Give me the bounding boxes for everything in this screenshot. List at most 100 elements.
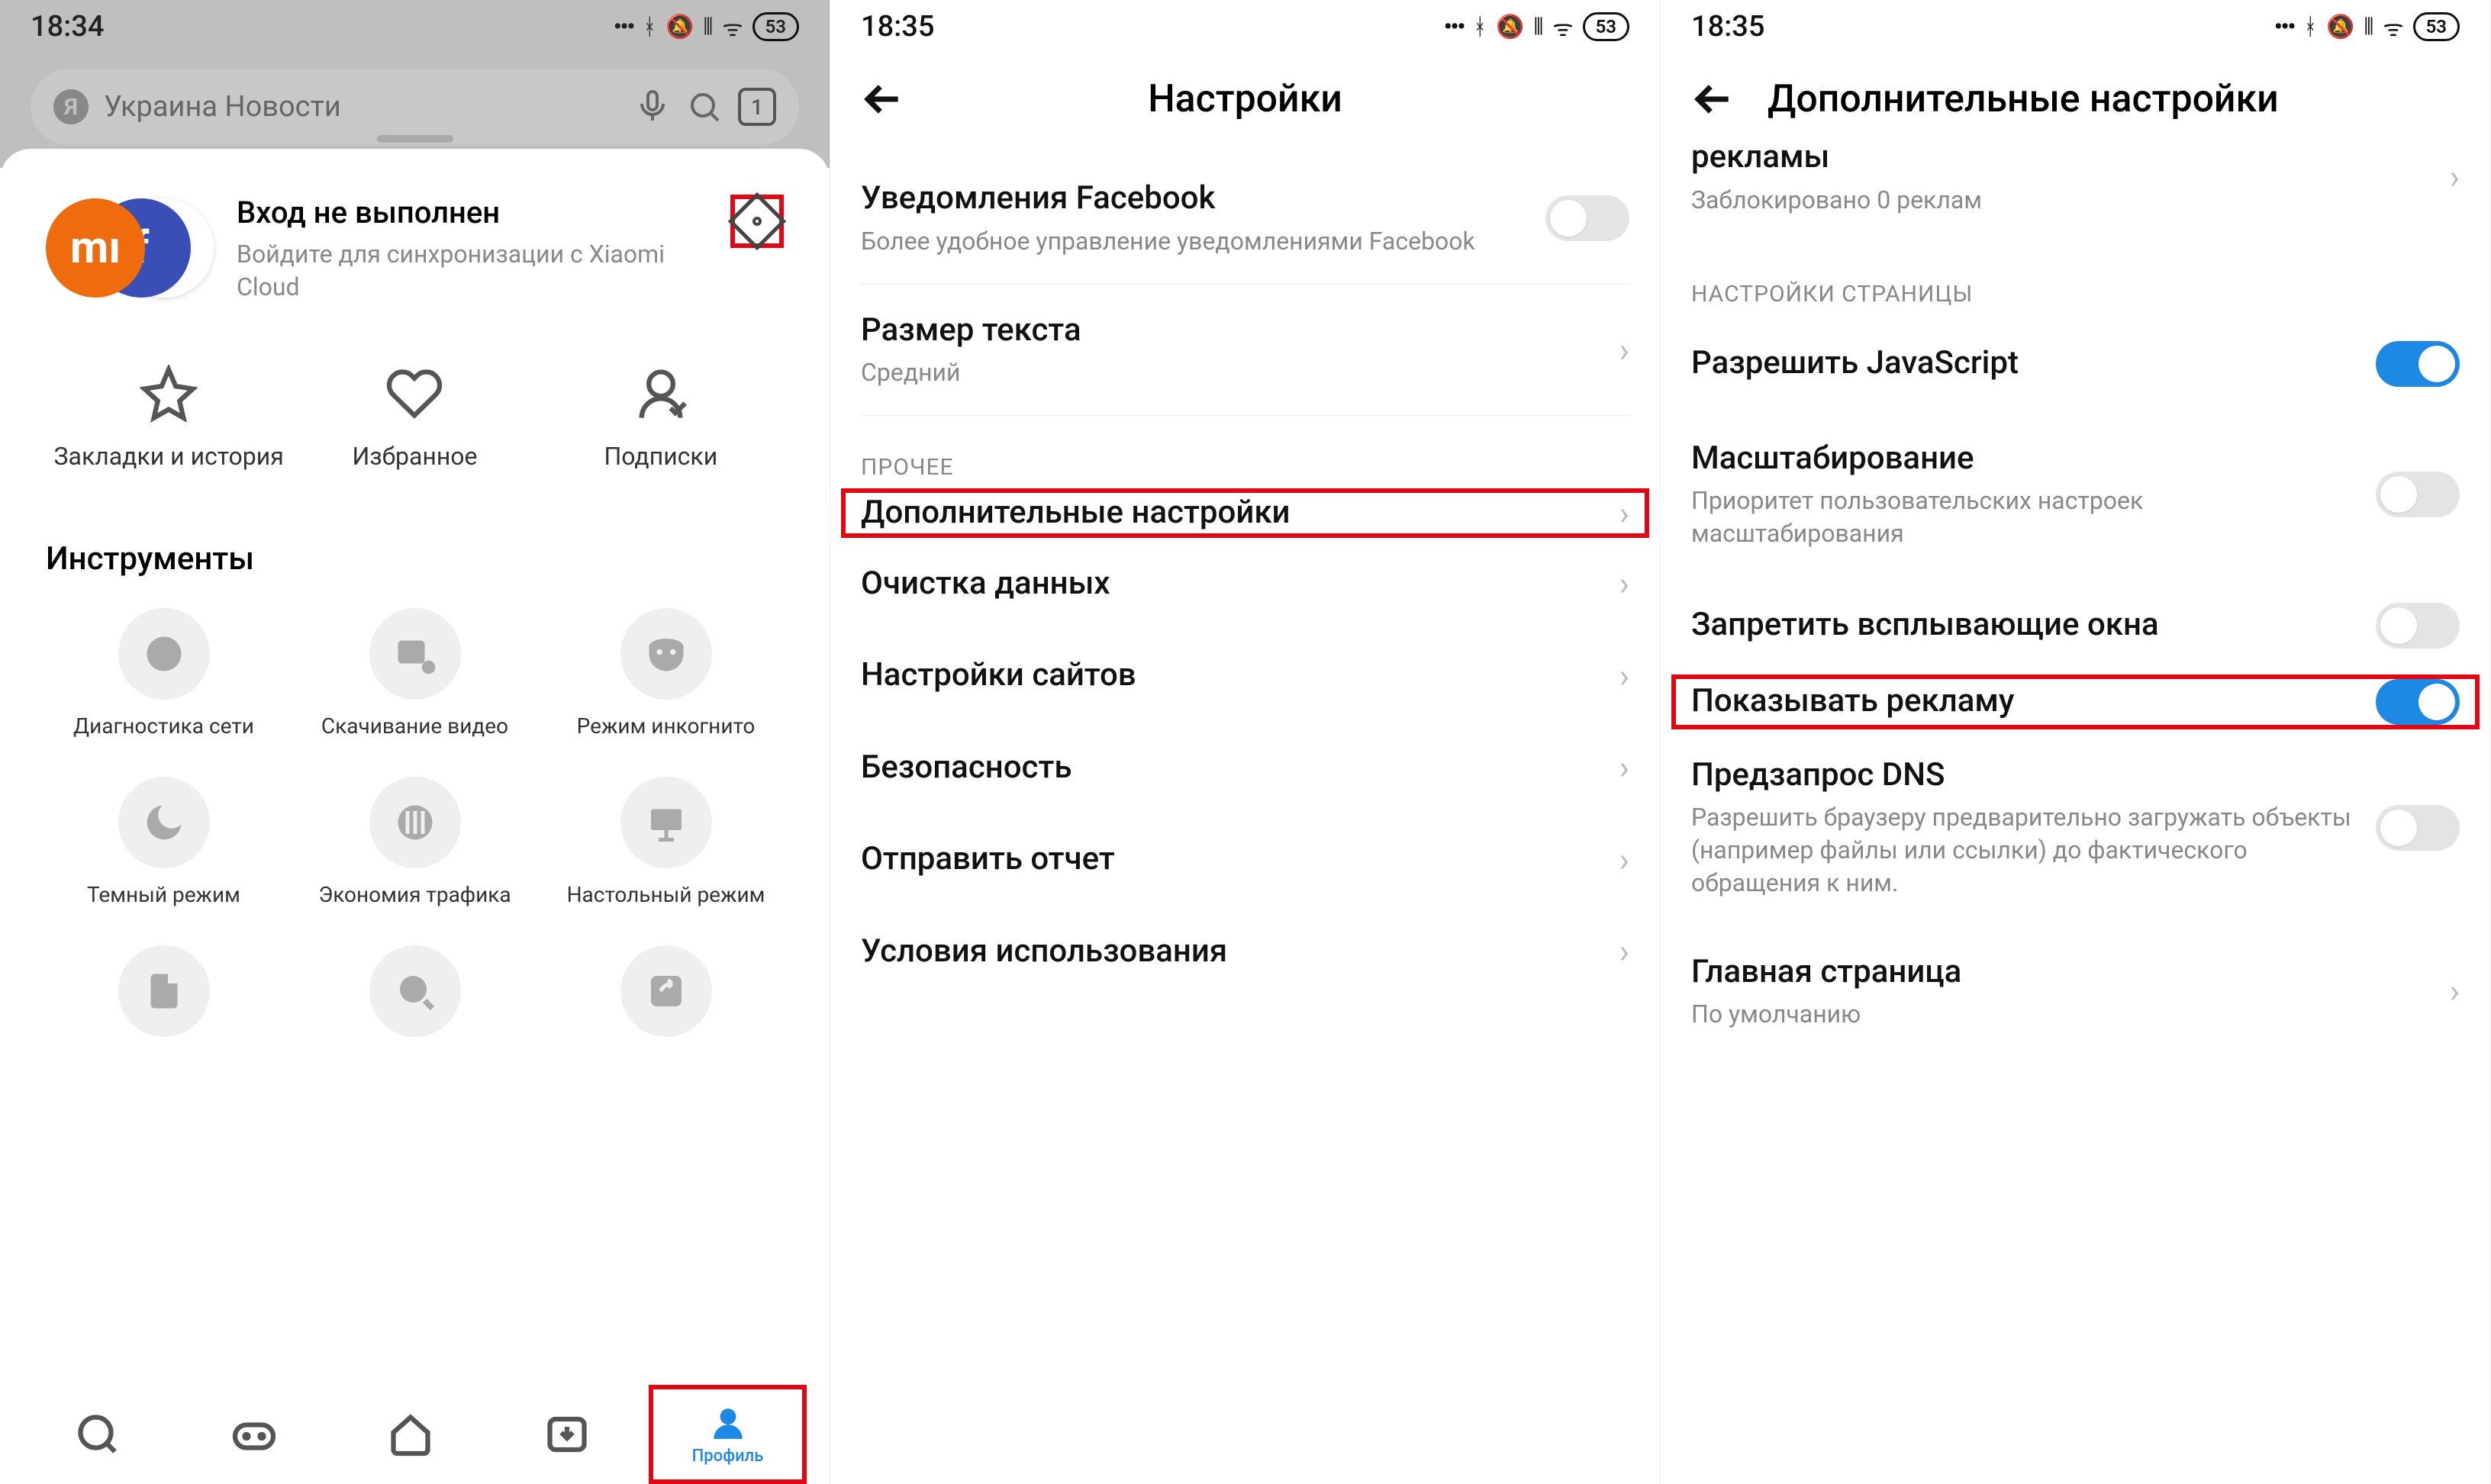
- title-bar: Настройки: [830, 53, 1660, 153]
- person-check-icon: [632, 365, 690, 423]
- favorites-button[interactable]: Избранное: [292, 365, 537, 472]
- tool-share[interactable]: [548, 945, 784, 1051]
- settings-button[interactable]: [730, 195, 784, 248]
- share-icon: [643, 968, 689, 1014]
- tool-dark-mode[interactable]: Темный режим: [46, 777, 282, 907]
- adblock-title: рекламы: [1691, 137, 2427, 178]
- toggle-zoom[interactable]: [2376, 472, 2460, 517]
- page-title: Дополнительные настройки: [1768, 77, 2279, 121]
- signal-icon: ⫴: [704, 14, 714, 40]
- heart-icon: [385, 365, 443, 423]
- profile-icon: [709, 1404, 747, 1442]
- tab-home[interactable]: [336, 1412, 485, 1457]
- section-other: ПРОЧЕЕ: [861, 416, 1629, 488]
- mic-icon[interactable]: [634, 89, 671, 125]
- settings-list: рекламы Заблокировано 0 реклам › НАСТРОЙК…: [1661, 137, 2490, 1057]
- row-site-settings[interactable]: Настройки сайтов ›: [861, 629, 1629, 722]
- section-page-settings: НАСТРОЙКИ СТРАНИЦЫ: [1691, 243, 2460, 315]
- page-title: Настройки: [930, 77, 1561, 121]
- login-prompt-row[interactable]: f mı Вход не выполнен Войдите для синхро…: [46, 164, 784, 334]
- adblock-sub: Заблокировано 0 реклам: [1691, 184, 2427, 217]
- bookmarks-history-button[interactable]: Закладки и история: [46, 365, 292, 472]
- chevron-right-icon: ›: [1619, 494, 1629, 533]
- back-button[interactable]: [1691, 76, 1737, 122]
- arrow-left-icon: [862, 78, 905, 121]
- row-dns-prefetch[interactable]: Предзапрос DNSРазрешить браузеру предвар…: [1691, 729, 2460, 926]
- title-bar: Дополнительные настройки: [1661, 53, 2490, 137]
- download-tab-icon: [544, 1412, 590, 1457]
- tool-dark-label: Темный режим: [46, 882, 282, 907]
- popup-title: Запретить всплывающие окна: [1691, 605, 2353, 645]
- tool-files[interactable]: [46, 945, 282, 1051]
- screen-settings: 18:35 ••• ᚼ 🔕 ⫴ ᯤ 53 Настройки Уведомлен…: [830, 0, 1661, 1484]
- row-send-report[interactable]: Отправить отчет ›: [861, 813, 1629, 906]
- row-zoom[interactable]: МасштабированиеПриоритет пользовательски…: [1691, 413, 2460, 577]
- search-bar[interactable]: Я Украина Новости 1: [31, 69, 799, 145]
- tool-download-video[interactable]: Скачивание видео: [297, 608, 533, 739]
- row-homepage[interactable]: Главная страницаПо умолчанию ›: [1691, 926, 2460, 1057]
- mi-icon: mı: [46, 198, 145, 298]
- row-terms[interactable]: Условия использования ›: [861, 906, 1629, 998]
- row-ad-block[interactable]: рекламы Заблокировано 0 реклам ›: [1691, 137, 2460, 243]
- terms-title: Условия использования: [861, 932, 1597, 972]
- showads-title: Показывать рекламу: [1691, 681, 2353, 722]
- tool-desktop-label: Настольный режим: [548, 882, 784, 907]
- status-bar: 18:35 ••• ᚼ 🔕 ⫴ ᯤ 53: [830, 0, 1660, 53]
- desktop-icon: [643, 800, 689, 845]
- quick-actions-row: Закладки и история Избранное Подписки: [46, 334, 784, 517]
- chevron-right-icon: ›: [2450, 157, 2460, 197]
- back-button[interactable]: [861, 76, 907, 122]
- tool-data-saver[interactable]: Экономия трафика: [297, 777, 533, 907]
- row-javascript[interactable]: Разрешить JavaScript: [1691, 315, 2460, 413]
- toggle-javascript[interactable]: [2376, 341, 2460, 387]
- bookmarks-label: Закладки и история: [46, 441, 292, 472]
- chevron-right-icon: ›: [1619, 748, 1629, 787]
- toggle-facebook[interactable]: [1545, 195, 1629, 241]
- tabs-count[interactable]: 1: [738, 88, 776, 126]
- arrow-left-icon: [1693, 78, 1735, 121]
- login-text-block: Вход не выполнен Войдите для синхронизац…: [237, 195, 707, 304]
- mute-icon: 🔕: [1496, 14, 1524, 40]
- tab-search[interactable]: [23, 1412, 172, 1457]
- status-time: 18:34: [31, 10, 614, 43]
- tool-incognito[interactable]: Режим инкогнито: [548, 608, 784, 739]
- tool-diagnostics[interactable]: Диагностика сети: [46, 608, 282, 739]
- chevron-right-icon: ›: [1619, 564, 1629, 604]
- clear-title: Очистка данных: [861, 564, 1597, 604]
- row-text-size[interactable]: Размер текстаСредний ›: [861, 285, 1629, 417]
- toggle-show-ads[interactable]: [2376, 679, 2460, 725]
- search-icon: [75, 1412, 121, 1457]
- login-subtitle: Войдите для синхронизации с Xiaomi Cloud: [237, 238, 707, 304]
- mute-icon: 🔕: [2326, 14, 2354, 40]
- tool-search-page[interactable]: [297, 945, 533, 1051]
- bluetooth-icon: ᚼ: [2303, 14, 2317, 40]
- wifi-icon: ᯤ: [1552, 11, 1573, 43]
- login-provider-avatars: f mı: [46, 195, 214, 301]
- sheet-grab-handle[interactable]: [377, 135, 453, 143]
- toggle-popup[interactable]: [2376, 603, 2460, 649]
- tool-desktop-mode[interactable]: Настольный режим: [548, 777, 784, 907]
- home-icon: [388, 1412, 433, 1457]
- chevron-right-icon: ›: [1619, 330, 1629, 370]
- battery-icon: 53: [1583, 12, 1629, 41]
- search-page-icon: [392, 968, 438, 1014]
- tab-downloads[interactable]: [492, 1412, 641, 1457]
- sites-title: Настройки сайтов: [861, 655, 1597, 696]
- tools-header: Инструменты: [46, 517, 784, 608]
- subscriptions-button[interactable]: Подписки: [538, 365, 784, 472]
- report-title: Отправить отчет: [861, 839, 1597, 880]
- home-sub: По умолчанию: [1691, 998, 2427, 1031]
- row-security[interactable]: Безопасность ›: [861, 722, 1629, 814]
- search-placeholder: Украина Новости: [104, 90, 619, 124]
- tab-profile[interactable]: Профиль: [649, 1385, 807, 1484]
- search-icon[interactable]: [686, 89, 723, 125]
- tab-games[interactable]: [179, 1412, 328, 1457]
- row-additional-settings[interactable]: Дополнительные настройки ›: [841, 488, 1649, 538]
- row-block-popups[interactable]: Запретить всплывающие окна: [1691, 577, 2460, 674]
- wifi-icon: ᯤ: [722, 11, 743, 43]
- zoom-title: Масштабирование: [1691, 439, 2353, 479]
- row-clear-data[interactable]: Очистка данных ›: [861, 538, 1629, 630]
- row-show-ads[interactable]: Показывать рекламу: [1671, 674, 2480, 729]
- row-facebook-notifications[interactable]: Уведомления FacebookБолее удобное управл…: [861, 153, 1629, 285]
- toggle-dns[interactable]: [2376, 805, 2460, 851]
